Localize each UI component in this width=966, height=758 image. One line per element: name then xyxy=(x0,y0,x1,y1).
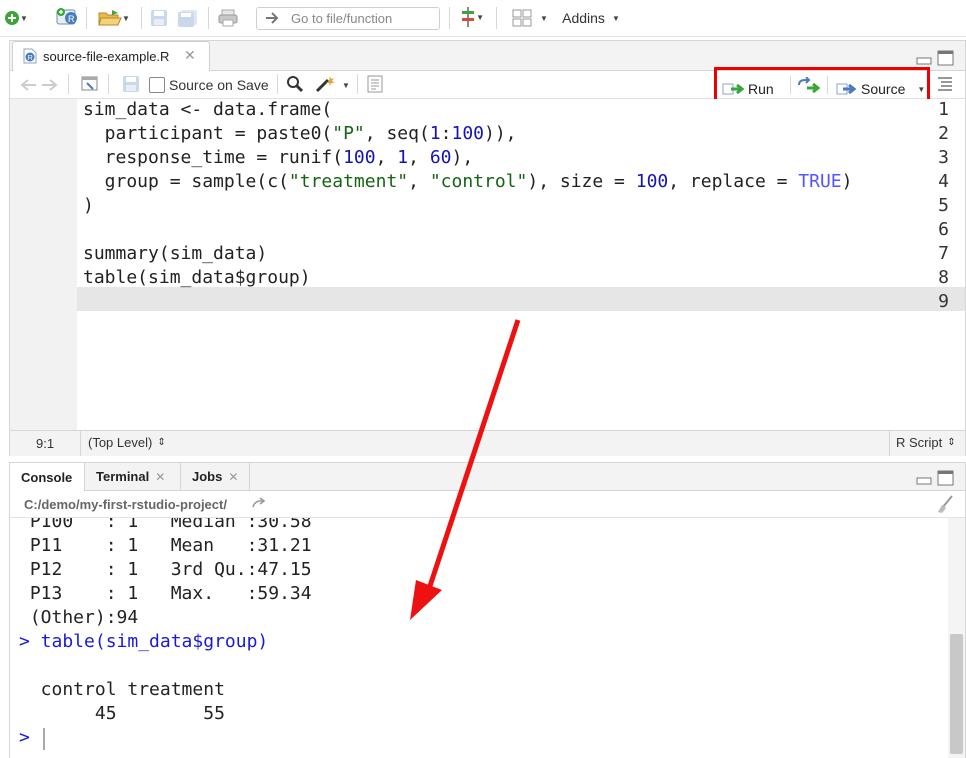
chevron-down-icon: ▼ xyxy=(540,13,548,23)
scrollbar-thumb[interactable] xyxy=(950,634,963,754)
back-forward-icon[interactable] xyxy=(20,78,60,92)
open-file-button[interactable]: ▼ xyxy=(94,8,134,28)
annotation-arrow xyxy=(410,319,521,620)
tab-jobs[interactable]: Jobs ✕ xyxy=(181,463,250,490)
close-tab-icon[interactable]: ✕ xyxy=(155,470,165,484)
new-file-button[interactable]: ▼ xyxy=(2,8,30,28)
console-output-line: P100 : 1 Median :30.58 xyxy=(19,518,312,532)
updown-icon: ⇕ xyxy=(947,437,956,448)
code-line-4: group = sample(c("treatment", "control")… xyxy=(83,171,853,192)
arrow-right-icon xyxy=(266,12,279,24)
console-scrollbar[interactable] xyxy=(948,518,965,758)
line-number: 7 xyxy=(938,243,949,264)
working-directory: C:/demo/my-first-rstudio-project/ xyxy=(24,497,227,512)
source-on-save-checkbox[interactable] xyxy=(149,77,165,93)
tab-jobs-label: Jobs xyxy=(192,469,223,484)
line-number: 9 xyxy=(938,291,949,312)
console-command-line: > table(sim_data$group) xyxy=(19,631,269,652)
file-type-selector[interactable]: R Script ⇕ xyxy=(896,435,956,450)
save-disk-icon[interactable] xyxy=(122,75,140,93)
print-button[interactable] xyxy=(215,8,241,28)
active-line-highlight xyxy=(77,287,965,311)
chevron-down-icon: ▼ xyxy=(20,13,28,23)
console-output-line: P12 : 1 3rd Qu.:47.15 xyxy=(19,559,312,580)
compile-report-icon[interactable] xyxy=(367,75,383,93)
goto-placeholder: Go to file/function xyxy=(291,11,393,26)
tab-console-label: Console xyxy=(21,469,73,485)
close-tab-icon[interactable]: ✕ xyxy=(228,470,238,484)
close-tab-icon[interactable]: ✕ xyxy=(184,47,196,64)
git-icon xyxy=(462,7,474,27)
line-number: 5 xyxy=(938,195,949,216)
line-number: 6 xyxy=(938,219,949,240)
console-prompt: > xyxy=(19,727,30,748)
new-project-button[interactable]: R xyxy=(55,7,81,27)
chevron-down-icon: ▼ xyxy=(476,12,484,22)
chevron-down-icon[interactable]: ▼ xyxy=(342,81,350,90)
pane-layout-button[interactable]: ▼ xyxy=(510,8,550,28)
line-number: 2 xyxy=(938,123,949,144)
line-number: 3 xyxy=(938,147,949,168)
svg-text:R: R xyxy=(28,55,33,62)
save-all-button[interactable] xyxy=(175,8,201,28)
r-file-icon: R xyxy=(23,48,37,64)
minimize-pane-icon[interactable] xyxy=(916,475,932,485)
go-to-directory-icon[interactable] xyxy=(251,497,267,509)
console-output-line: P11 : 1 Mean :31.21 xyxy=(19,535,312,556)
editor-toolbar: Source on Save ▼ Run Source ▼ xyxy=(10,67,965,103)
save-all-icon xyxy=(178,10,197,27)
chevron-down-icon: ▼ xyxy=(611,13,620,23)
save-disk-icon xyxy=(151,10,167,26)
chevron-down-icon: ▼ xyxy=(122,13,130,23)
r-project-icon: R xyxy=(56,8,77,25)
line-number: 4 xyxy=(938,171,949,192)
tab-console[interactable]: Console xyxy=(10,463,85,491)
scope-selector[interactable]: (Top Level) ⇕ xyxy=(88,435,166,450)
minimize-pane-icon[interactable] xyxy=(916,55,932,65)
version-control-button[interactable]: ▼ xyxy=(458,7,484,27)
code-line-3: response_time = runif(100, 1, 60), xyxy=(83,147,474,168)
search-icon[interactable] xyxy=(286,75,304,93)
scope-label: (Top Level) xyxy=(88,435,153,450)
document-outline-icon[interactable] xyxy=(937,75,953,91)
printer-icon xyxy=(218,9,238,27)
source-on-save-label: Source on Save xyxy=(169,77,269,93)
goto-file-function-input[interactable]: Go to file/function xyxy=(256,7,440,30)
line-number: 8 xyxy=(938,267,949,288)
code-line-8: table(sim_data$group) xyxy=(83,267,311,288)
svg-text:R: R xyxy=(68,14,75,24)
code-line-1: sim_data <- data.frame( xyxy=(83,99,333,120)
console-table-header: control treatment xyxy=(19,679,225,700)
grid-layout-icon xyxy=(512,9,532,27)
addins-menu[interactable]: Addins ▼ xyxy=(560,8,622,28)
clear-console-broom-icon[interactable] xyxy=(935,494,955,514)
console-output-line: (Other):94 xyxy=(19,607,139,628)
console-cursor xyxy=(43,728,45,750)
highlight-box xyxy=(714,67,930,103)
addins-label: Addins xyxy=(562,10,605,26)
line-number: 1 xyxy=(938,99,949,120)
line-number-gutter xyxy=(10,99,77,431)
main-toolbar: ▼ R ▼ Go to file/function ▼ ▼ Addins ▼ xyxy=(0,0,966,37)
file-type-label: R Script xyxy=(896,435,943,450)
tab-source-file[interactable]: R source-file-example.R ✕ xyxy=(12,41,210,72)
plus-circle-icon xyxy=(5,11,20,25)
code-tools-wand-icon[interactable] xyxy=(314,74,338,94)
tab-label: source-file-example.R xyxy=(43,49,170,64)
code-line-5: ) xyxy=(83,195,94,216)
folder-open-icon xyxy=(98,10,122,26)
tab-terminal[interactable]: Terminal ✕ xyxy=(85,463,181,490)
console-table-values: 45 55 xyxy=(19,703,225,724)
show-in-window-icon[interactable] xyxy=(80,75,100,93)
tab-terminal-label: Terminal xyxy=(96,469,150,484)
code-line-2: participant = paste0("P", seq(1:100)), xyxy=(83,123,517,144)
maximize-pane-icon[interactable] xyxy=(937,470,954,486)
cursor-position: 9:1 xyxy=(36,436,55,451)
updown-icon: ⇕ xyxy=(157,437,166,448)
console-output-line: P13 : 1 Max. :59.34 xyxy=(19,583,312,604)
code-line-7: summary(sim_data) xyxy=(83,243,268,264)
save-button[interactable] xyxy=(148,8,170,28)
maximize-pane-icon[interactable] xyxy=(937,50,954,66)
